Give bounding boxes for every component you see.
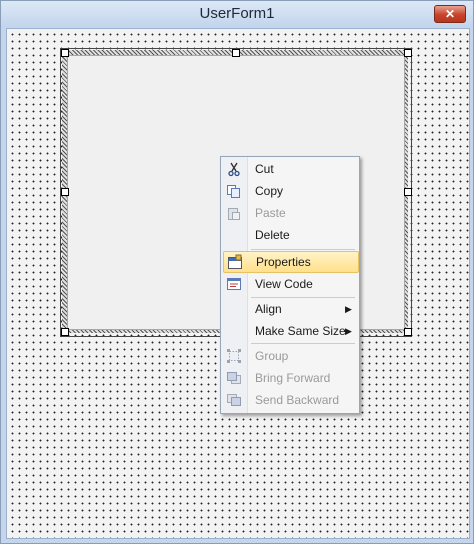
group-icon: [226, 348, 242, 364]
menu-label-bring-forward: Bring Forward: [255, 371, 331, 385]
view-code-icon: [226, 276, 242, 292]
resize-handle-right[interactable]: [404, 188, 412, 196]
menu-label-view-code: View Code: [255, 277, 313, 291]
scissors-icon: [226, 161, 242, 177]
submenu-arrow-icon: ▶: [345, 304, 352, 314]
menu-item-group[interactable]: Group: [223, 345, 357, 367]
submenu-arrow-icon: ▶: [345, 326, 352, 336]
menu-label-make-same-size: Make Same Size: [255, 324, 346, 338]
menu-item-properties[interactable]: Properties: [223, 251, 359, 273]
menu-item-send-backward[interactable]: Send Backward: [223, 389, 357, 411]
menu-item-make-same-size[interactable]: Make Same Size ▶: [223, 320, 357, 342]
menu-item-copy[interactable]: Copy: [223, 180, 357, 202]
resize-handle-left[interactable]: [61, 188, 69, 196]
resize-handle-top-left[interactable]: [61, 49, 69, 57]
menu-label-paste: Paste: [255, 206, 286, 220]
close-button[interactable]: ✕: [434, 5, 466, 23]
menu-label-send-backward: Send Backward: [255, 393, 340, 407]
menu-separator: [251, 343, 355, 344]
bring-forward-icon: [226, 370, 242, 386]
paste-icon: [226, 205, 242, 221]
resize-handle-top-right[interactable]: [404, 49, 412, 57]
menu-label-cut: Cut: [255, 162, 274, 176]
context-menu: Cut Copy Paste Delete Properties View Co…: [220, 156, 360, 414]
menu-label-delete: Delete: [255, 228, 290, 242]
resize-handle-bottom-left[interactable]: [61, 328, 69, 336]
menu-item-bring-forward[interactable]: Bring Forward: [223, 367, 357, 389]
send-backward-icon: [226, 392, 242, 408]
menu-item-cut[interactable]: Cut: [223, 158, 357, 180]
menu-label-properties: Properties: [256, 255, 311, 269]
properties-icon: [227, 254, 243, 270]
menu-item-paste[interactable]: Paste: [223, 202, 357, 224]
menu-item-delete[interactable]: Delete: [223, 224, 357, 246]
copy-icon: [226, 183, 242, 199]
menu-separator: [251, 249, 355, 250]
menu-label-align: Align: [255, 302, 282, 316]
resize-handle-bottom-right[interactable]: [404, 328, 412, 336]
menu-item-align[interactable]: Align ▶: [223, 298, 357, 320]
resize-handle-top[interactable]: [232, 49, 240, 57]
menu-label-copy: Copy: [255, 184, 284, 198]
title-bar[interactable]: UserForm1 ✕: [1, 1, 473, 27]
menu-item-view-code[interactable]: View Code: [223, 273, 357, 295]
menu-label-group: Group: [255, 349, 289, 363]
window-title: UserForm1: [199, 5, 275, 22]
